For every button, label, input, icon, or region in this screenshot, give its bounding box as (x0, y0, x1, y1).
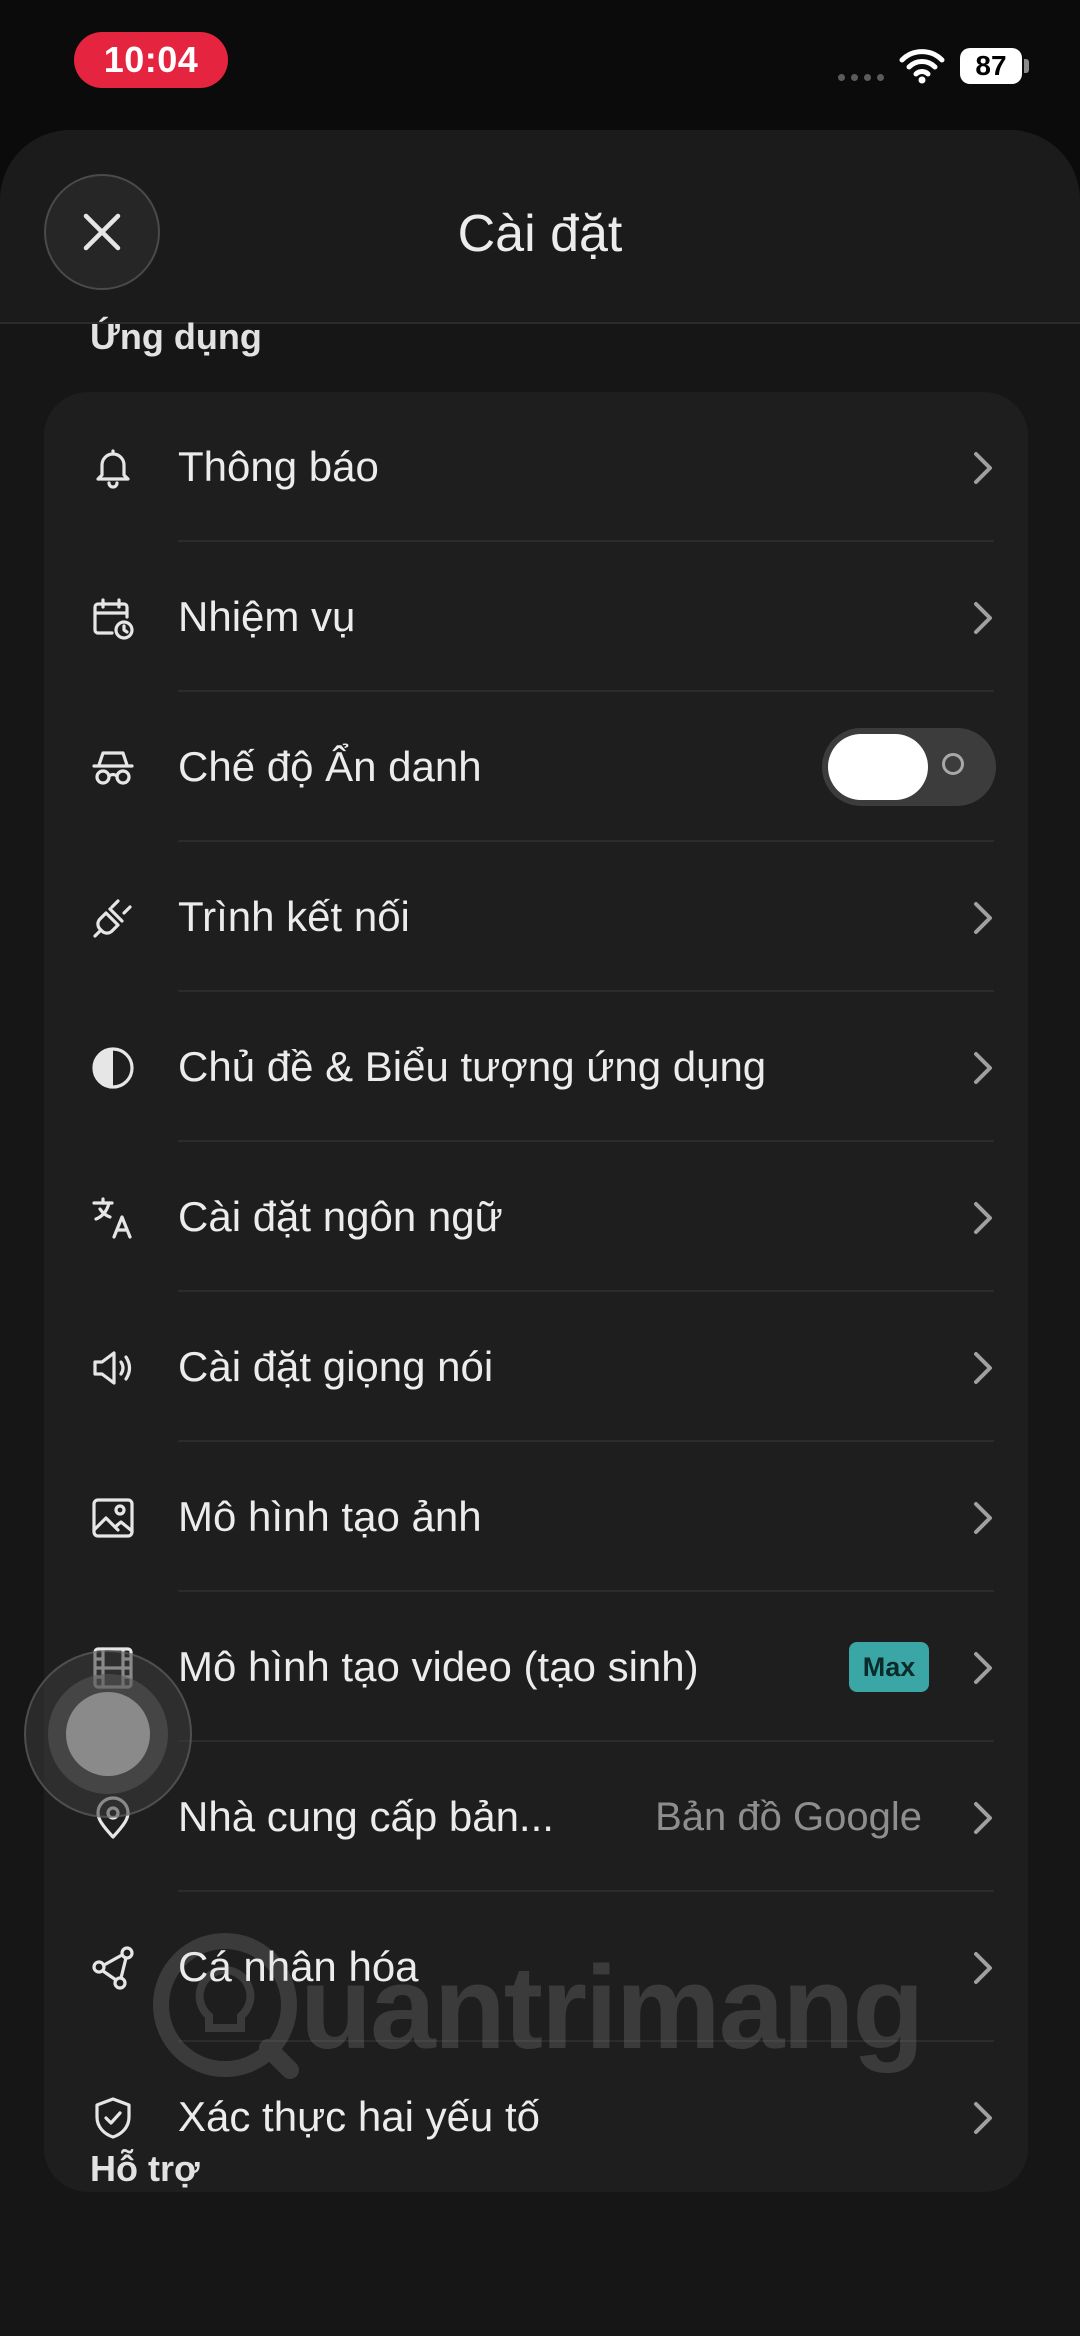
max-badge: Max (849, 1642, 929, 1692)
row-label: Nhiệm vụ (178, 593, 356, 640)
chevron-right-icon (974, 602, 992, 634)
sheet-header: Cài đặt (0, 130, 1080, 324)
settings-row-map-provider[interactable]: Nhà cung cấp bản... Bản đồ Google (44, 1742, 1028, 1892)
translate-icon (92, 1197, 132, 1239)
chevron-right-icon (974, 1502, 992, 1534)
calendar-clock-icon (93, 598, 134, 640)
row-label: Mô hình tạo ảnh (178, 1493, 482, 1540)
row-label: Nhà cung cấp bản... (178, 1793, 554, 1840)
toggle-off-indicator (942, 753, 964, 775)
share-nodes-icon (92, 1946, 134, 1990)
chevron-right-icon (974, 2102, 992, 2134)
settings-row-image-model[interactable]: Mô hình tạo ảnh (44, 1442, 1028, 1592)
wifi-icon (899, 49, 945, 84)
settings-row-tasks[interactable]: Nhiệm vụ (44, 542, 1028, 692)
chevron-right-icon (974, 1802, 992, 1834)
row-label: Cài đặt ngôn ngữ (178, 1193, 503, 1240)
quantrimang-watermark: uantrimang (150, 1920, 950, 2080)
half-circle-icon (92, 1047, 134, 1089)
chevron-right-icon (974, 452, 992, 484)
settings-row-voice[interactable]: Cài đặt giọng nói (44, 1292, 1028, 1442)
toggle-knob (828, 734, 928, 800)
assistive-touch-button[interactable] (24, 1650, 192, 1818)
row-label: Cài đặt giọng nói (178, 1343, 494, 1390)
status-time[interactable]: 10:04 (74, 32, 228, 88)
row-label: Xác thực hai yếu tố (178, 2093, 540, 2140)
section-label-support: Hỗ trợ (90, 2148, 200, 2189)
image-icon (92, 1498, 134, 1538)
screen: 10:04 87 Cài đặt Ứng dụng Thông báo Nhiệ… (0, 0, 1080, 2336)
status-bar: 10:04 87 (0, 0, 1080, 120)
row-label: Chủ đề & Biểu tượng ứng dụng (178, 1043, 767, 1090)
watermark-logo-icon (153, 1933, 299, 2079)
cellular-signal-icon (838, 74, 884, 81)
row-label: Trình kết nối (178, 893, 410, 940)
settings-row-language[interactable]: Cài đặt ngôn ngữ (44, 1142, 1028, 1292)
shield-check-icon (95, 2097, 131, 2139)
row-label: Thông báo (178, 443, 379, 490)
map-provider-value: Bản đồ Google (655, 1795, 922, 1839)
incognito-toggle[interactable] (822, 728, 996, 806)
assistive-touch-core (66, 1692, 150, 1776)
bell-icon (96, 449, 130, 489)
chevron-right-icon (974, 902, 992, 934)
settings-row-incognito: Chế độ Ẩn danh (44, 692, 1028, 842)
battery-level: 87 (960, 48, 1022, 84)
chevron-right-icon (974, 1052, 992, 1084)
row-label: Chế độ Ẩn danh (178, 743, 482, 790)
chevron-right-icon (974, 1352, 992, 1384)
chevron-right-icon (974, 1202, 992, 1234)
settings-row-notifications[interactable]: Thông báo (44, 392, 1028, 542)
section-label-app: Ứng dụng (90, 316, 262, 357)
chevron-right-icon (974, 1952, 992, 1984)
settings-row-connectors[interactable]: Trình kết nối (44, 842, 1028, 992)
row-label: Mô hình tạo video (tạo sinh) (178, 1643, 699, 1690)
plug-icon (93, 899, 132, 938)
page-title: Cài đặt (457, 205, 623, 263)
settings-row-theme[interactable]: Chủ đề & Biểu tượng ứng dụng (44, 992, 1028, 1142)
watermark-text: uantrimang (300, 1942, 924, 2074)
settings-row-video-model[interactable]: Mô hình tạo video (tạo sinh) Max (44, 1592, 1028, 1742)
chevron-right-icon (974, 1652, 992, 1684)
speaker-icon (93, 1351, 132, 1385)
incognito-icon (92, 751, 134, 785)
battery-cap (1024, 59, 1029, 73)
